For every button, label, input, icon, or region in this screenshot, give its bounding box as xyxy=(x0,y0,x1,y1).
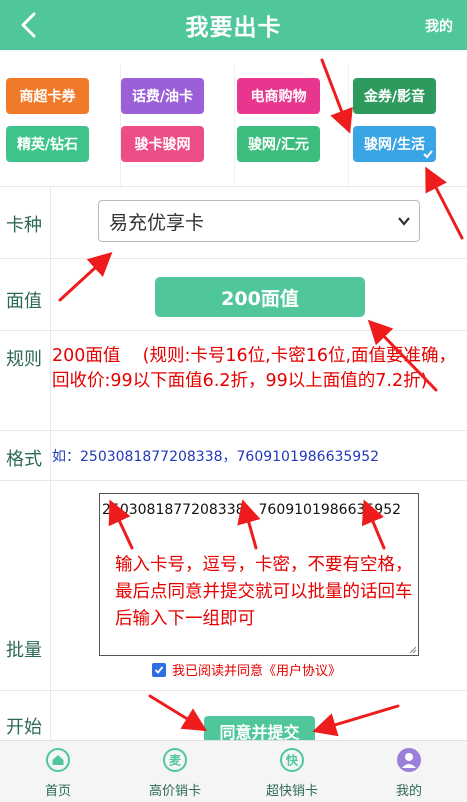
category-button-jinquan[interactable]: 金券/影音 xyxy=(353,78,436,114)
tab-home-label: 首页 xyxy=(44,784,71,799)
category-button-jingying[interactable]: 精英/钻石 xyxy=(6,126,89,162)
category-button-junwang-shenghuo[interactable]: 骏网/生活 xyxy=(353,126,436,162)
batch-input[interactable]: 2503081877208338，7609101986635952 输入卡号，逗… xyxy=(99,493,419,656)
user-agreement-link[interactable]: 《用户协议》 xyxy=(263,660,341,679)
format-example: 如：2503081877208338，7609101986635952 xyxy=(52,449,380,465)
selected-check-icon xyxy=(423,150,433,159)
category-divider xyxy=(234,64,235,186)
category-button-huafei[interactable]: 话费/油卡 xyxy=(121,78,204,114)
tab-mine[interactable]: 我的 xyxy=(351,741,467,802)
agreement-checkbox[interactable] xyxy=(152,662,166,677)
arrow-to-category xyxy=(320,58,353,134)
face-value-label: 面值 xyxy=(6,291,42,312)
card-type-select[interactable]: 易充优享卡 xyxy=(98,200,420,242)
tab-sell-high-label: 高价销卡 xyxy=(148,784,201,799)
tab-mine-label: 我的 xyxy=(395,784,422,799)
home-icon xyxy=(46,748,70,772)
resize-handle-icon[interactable] xyxy=(409,646,417,654)
tab-sell-fast-label: 超快销卡 xyxy=(265,784,318,799)
category-button-shangchao[interactable]: 商超卡券 xyxy=(6,78,89,114)
svg-text:麦: 麦 xyxy=(169,753,182,768)
start-label: 开始 xyxy=(6,717,42,738)
my-link[interactable]: 我的 xyxy=(425,16,453,36)
chevron-down-icon xyxy=(398,217,410,226)
category-button-junwang-huiyuan[interactable]: 骏网/汇元 xyxy=(237,126,320,162)
agreement-row: 我已阅读并同意 《用户协议》 xyxy=(152,660,341,679)
card-type-value: 易充优享卡 xyxy=(109,211,205,234)
format-label: 格式 xyxy=(6,449,42,470)
batch-label: 批量 xyxy=(6,640,42,661)
category-button-dianshang[interactable]: 电商购物 xyxy=(237,78,320,114)
svg-text:快: 快 xyxy=(286,753,299,768)
batch-input-value: 2503081877208338，7609101986635952 xyxy=(102,502,402,518)
face-value-button[interactable]: 200面值 xyxy=(155,277,365,317)
agreement-text: 我已阅读并同意 xyxy=(172,664,264,679)
sell-icon: 麦 xyxy=(163,748,187,772)
tab-sell-fast[interactable]: 快 超快销卡 xyxy=(234,741,350,802)
user-icon xyxy=(397,748,421,772)
category-divider xyxy=(348,64,349,186)
page-title: 我要出卡 xyxy=(185,15,282,41)
rules-text: 200面值 (规则:卡号16位,卡密16位,面值要准确，回收价:99以下面值6.… xyxy=(52,346,457,391)
tab-home[interactable]: 首页 xyxy=(0,741,116,802)
checkmark-icon xyxy=(154,665,164,674)
category-button-junka[interactable]: 骏卡骏网 xyxy=(121,126,204,162)
card-type-label: 卡种 xyxy=(6,215,42,236)
rules-label: 规则 xyxy=(6,349,42,370)
fast-icon: 快 xyxy=(280,748,304,772)
bottom-tab-bar: 首页 麦 高价销卡 快 超快销卡 我的 xyxy=(0,740,467,802)
batch-instruction: 输入卡号，逗号，卡密，不要有空格，最后点同意并提交就可以批量的话回车后输入下一组… xyxy=(115,555,413,629)
header-bar: 我要出卡 我的 xyxy=(0,0,467,50)
tab-sell-high[interactable]: 麦 高价销卡 xyxy=(117,741,233,802)
